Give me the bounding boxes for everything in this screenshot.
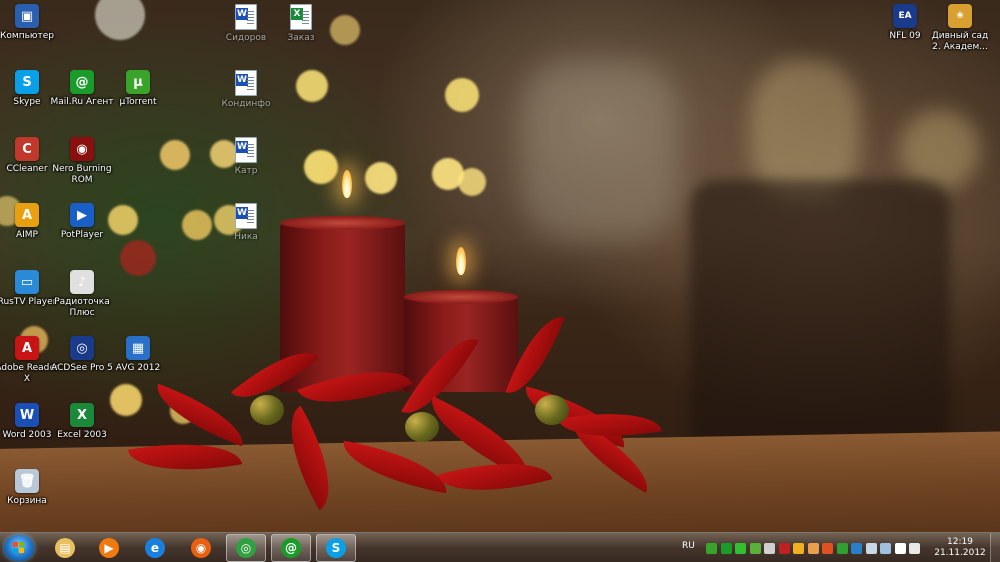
desktop-document[interactable]: W Ника [214,203,278,265]
media-player-icon: ▶ [99,538,119,558]
desktop-icon-label: Радиоточка Плюс [54,297,110,318]
desktop-icon-label: NFL 09 [889,31,921,41]
network-tray-icon[interactable] [778,543,790,554]
desktop-icon-label: Дивный сад 2. Академ... [931,31,989,52]
skype-icon: S [15,70,39,94]
clock-time: 12:19 [947,537,973,547]
desktop-icon-acdsee[interactable]: ◎ ACDSee Pro 5 [50,336,114,398]
device-tray-icon[interactable] [851,543,862,554]
desktop-icon-label: Excel 2003 [57,430,107,440]
computer-icon: ▣ [15,4,39,28]
volume-alert-tray-icon[interactable] [822,543,833,554]
desktop-icon-label: AVG 2012 [115,363,161,373]
signal-tray-icon[interactable] [894,543,906,554]
taskbar-button-chrome[interactable]: ◎ [226,534,266,562]
desktop-icon-label: RusTV Player [0,297,57,307]
skype-icon: S [326,538,346,558]
taskbar-button-explorer[interactable]: ▤ [45,534,85,562]
desktop-icon-excel[interactable]: X Excel 2003 [50,403,114,465]
word-doc-icon: W [235,137,257,163]
excel-doc-icon: X [290,4,312,30]
language-indicator[interactable]: RU [682,541,695,551]
taskbar-button-mailru-agent[interactable]: @ [271,534,311,562]
desktop-icon-mailru-agent[interactable]: @ Mail.Ru Агент [50,70,114,132]
taskbar: ▤ ▶ e ◉ ◎ @ S RU 12:19 21.11.2012 [0,532,1000,562]
ccleaner-icon: C [15,137,39,161]
desktop-document-label: Сидоров [225,33,267,43]
desktop-document-label: Катр [234,166,258,176]
recycle-bin-icon: 🗑 [15,469,39,493]
desktop-document[interactable]: W Катр [214,137,278,199]
word-doc-icon: W [235,70,257,96]
explorer-icon: ▤ [55,538,75,558]
mailru-agent-icon: @ [70,70,94,94]
windows-logo-icon [13,542,25,554]
desktop-icon-label: Mail.Ru Агент [50,97,114,107]
acdsee-icon: ◎ [70,336,94,360]
desktop-icon-label: CCleaner [6,164,48,174]
update-tray-icon[interactable] [749,543,761,554]
desktop-icon-label: PotPlayer [60,230,104,240]
word-icon: W [15,403,39,427]
taskbar-button-internet-explorer[interactable]: e [135,534,175,562]
chrome-icon: ◎ [236,538,256,558]
candle-flame [342,170,352,198]
desktop-icon-label: ACDSee Pro 5 [51,363,113,373]
desktop-icon-utorrent[interactable]: µ µTorrent [106,70,170,132]
desktop-icon-label: µTorrent [119,97,157,107]
potplayer-icon: ▶ [70,203,94,227]
taskbar-button-firefox[interactable]: ◉ [181,534,221,562]
tool-tray-icon[interactable] [807,543,819,554]
desktop-icon-label: Nero Burning ROM [52,164,112,185]
clock-date: 21.11.2012 [934,548,986,558]
aimp-icon: A [15,203,39,227]
word-doc-icon: W [235,4,257,30]
taskbar-button-media-player[interactable]: ▶ [89,534,129,562]
desktop-icon-recycle-bin[interactable]: 🗑 Корзина [0,469,59,531]
avg-tray-icon[interactable] [793,543,804,554]
radio-icon: ♪ [70,270,94,294]
security-tray-icon[interactable] [836,543,848,554]
desktop-icon-garden-game[interactable]: ❀ Дивный сад 2. Академ... [928,4,992,66]
desktop-document[interactable]: W Кондинфо [214,70,278,132]
adobe-reader-icon: A [15,336,39,360]
desktop-icon-label: Word 2003 [2,430,52,440]
desktop-icon-label: Skype [13,97,41,107]
utorrent-icon: µ [126,70,150,94]
speaker-tray-icon[interactable] [909,543,920,554]
start-button[interactable] [4,535,34,561]
desktop-icon-computer[interactable]: ▣ Компьютер [0,4,59,66]
internet-explorer-icon: e [145,538,165,558]
word-doc-icon: W [235,203,257,229]
nfl-icon: EA [893,4,917,28]
desktop-icon-avg[interactable]: ▦ AVG 2012 [106,336,170,398]
firefox-icon: ◉ [191,538,211,558]
desktop-document-label: Кондинфо [221,99,271,109]
desktop-icon-potplayer[interactable]: ▶ PotPlayer [50,203,114,265]
desktop-icon-label: Корзина [7,496,47,506]
desktop-document-label: Ника [234,232,258,242]
flag-tray-icon[interactable] [764,543,775,554]
desktop-document-label: Заказ [287,33,315,43]
desktop-icon-radio[interactable]: ♪ Радиоточка Плюс [50,270,114,332]
garden-game-icon: ❀ [948,4,972,28]
utorrent-tray-icon[interactable] [706,543,717,554]
clock[interactable]: 12:19 21.11.2012 [932,537,988,559]
display-tray-icon[interactable] [880,543,891,554]
rustv-icon: ▭ [15,270,39,294]
desktop-icon-nero[interactable]: ◉ Nero Burning ROM [50,137,114,199]
desktop-document[interactable]: X Заказ [269,4,333,66]
nero-icon: ◉ [70,137,94,161]
avg-icon: ▦ [126,336,150,360]
excel-icon: X [70,403,94,427]
usb-tray-icon[interactable] [865,543,877,554]
skype-tray-icon[interactable] [735,543,746,554]
taskbar-button-skype[interactable]: S [316,534,356,562]
mailru-tray-icon[interactable] [720,543,732,554]
desktop-icon-label: Компьютер [0,31,54,41]
candle-flame [456,247,466,275]
show-desktop-button[interactable] [990,533,1000,562]
desktop-icon-label: AIMP [15,230,38,240]
mailru-agent-icon: @ [281,538,301,558]
